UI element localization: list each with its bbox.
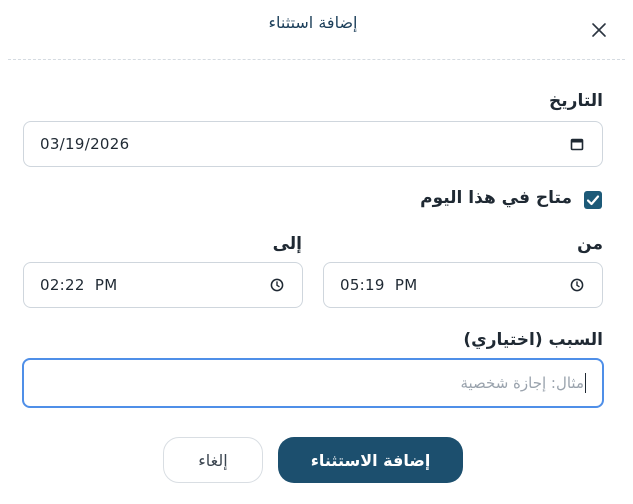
add-exception-dialog: إضافة استثناء التاريخ 03/19/2026 متاح في… — [0, 0, 633, 504]
date-value: 03/19/2026 — [40, 135, 130, 153]
text-cursor — [585, 373, 586, 393]
available-label: متاح في هذا اليوم — [420, 188, 572, 208]
add-exception-button[interactable]: إضافة الاستثناء — [278, 437, 463, 483]
time-to-value: 02:22 PM — [40, 276, 118, 294]
available-checkbox[interactable] — [584, 191, 602, 209]
clock-icon[interactable] — [270, 278, 284, 292]
dialog-title: إضافة استثناء — [268, 13, 358, 32]
reason-label: السبب (اختياري) — [463, 330, 603, 350]
checkmark-icon — [586, 195, 600, 206]
close-button[interactable] — [590, 21, 608, 39]
cancel-button[interactable]: إلغاء — [163, 437, 263, 483]
header-divider — [8, 59, 625, 60]
close-icon — [592, 23, 606, 37]
reason-placeholder: مثال: إجازة شخصية — [460, 374, 584, 392]
clock-icon[interactable] — [570, 278, 584, 292]
calendar-icon[interactable] — [570, 137, 584, 151]
time-to-label: إلى — [272, 234, 302, 254]
date-label: التاريخ — [549, 91, 603, 111]
date-input[interactable]: 03/19/2026 — [23, 121, 603, 167]
time-from-label: من — [577, 234, 603, 254]
reason-input[interactable]: مثال: إجازة شخصية — [22, 358, 604, 408]
time-from-value: 05:19 PM — [340, 276, 418, 294]
time-from-input[interactable]: 05:19 PM — [323, 262, 603, 308]
time-to-input[interactable]: 02:22 PM — [23, 262, 303, 308]
